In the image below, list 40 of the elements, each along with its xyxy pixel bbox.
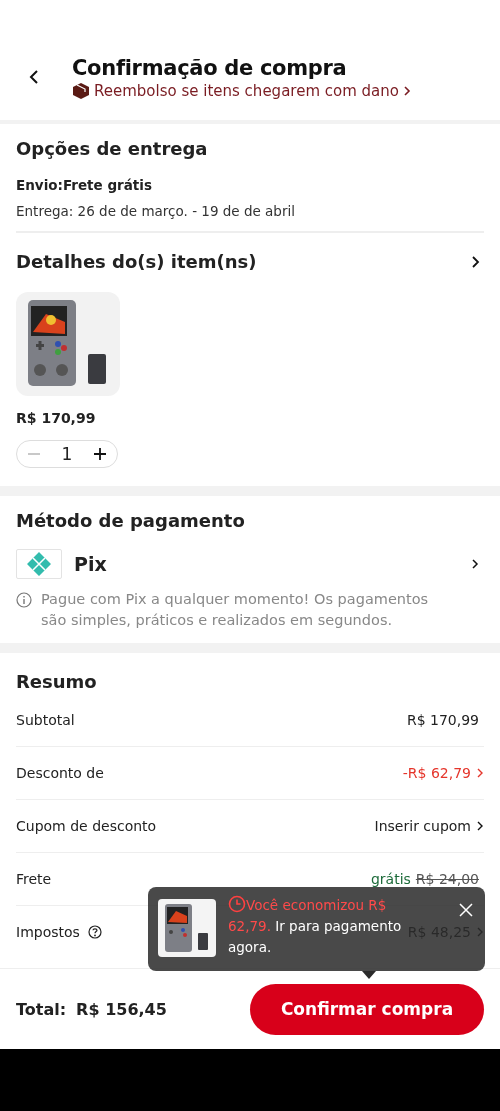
summary-value: grátis (370, 871, 411, 887)
savings-message: Você economizou R$ 62,79. Ir para pagamento agora. (228, 895, 403, 957)
payment-method-row[interactable]: Pix (16, 549, 484, 579)
total-amount: R$ 156,45 (76, 999, 167, 1019)
popup-pointer (362, 971, 376, 979)
box-icon (72, 82, 90, 100)
summary-value: R$ 170,99 (406, 712, 479, 728)
section-title: Método de pagamento (16, 510, 246, 531)
clock-icon (228, 895, 246, 913)
summary-label: Desconto de (16, 765, 104, 781)
item-price: R$ 170,99 (16, 410, 97, 426)
page-title: Confirmação de compra (72, 56, 348, 80)
chevron-icon[interactable] (476, 820, 484, 832)
quantity-value: 1 (61, 444, 73, 464)
shipping-method: Envio:Frete grátis (16, 177, 153, 193)
section-title: Opções de entrega (16, 138, 209, 159)
summary-value: Inserir cupom (374, 818, 471, 834)
total-label: Total: (16, 999, 67, 1019)
back-icon (28, 69, 40, 85)
chevron-icon (402, 86, 411, 96)
plus-icon (93, 447, 107, 461)
summary-label: Cupom de desconto (16, 818, 157, 834)
chevron-icon (470, 557, 480, 571)
confirm-button[interactable]: Confirmar compra (250, 983, 484, 1035)
section-title: Resumo (16, 671, 98, 692)
summary-label: Frete (16, 871, 52, 887)
summary-value: -R$ 62,79 (402, 765, 471, 781)
section-title: Detalhes do(s) item(ns) (16, 251, 257, 272)
help-icon[interactable] (87, 925, 102, 939)
chevron-icon[interactable] (470, 254, 480, 269)
original-price: R$ 24,00 (415, 871, 479, 887)
delivery-dates: Entrega: 26 de de março. - 19 de de abril (16, 203, 296, 219)
payment-method-name: Pix (74, 553, 108, 575)
payment-info: Pague com Pix a qualquer momento! Os pagamentos são simples, práticos e realizados em segundos. (41, 590, 430, 630)
summary-label: Impostos (16, 924, 80, 940)
info-icon (16, 592, 32, 608)
pix-logo-icon (16, 549, 62, 579)
close-icon (459, 903, 473, 917)
close-button[interactable] (457, 901, 475, 919)
summary-label: Subtotal (16, 712, 75, 728)
